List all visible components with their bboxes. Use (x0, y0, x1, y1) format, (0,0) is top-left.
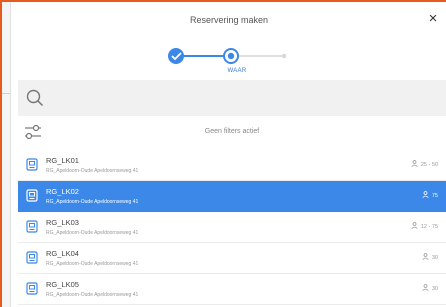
location-name: RG_LK03 (46, 218, 79, 227)
capacity-value: 12 - 75 (420, 224, 438, 230)
stepper-graphic (168, 48, 287, 64)
step-label-active: WAAR (227, 68, 247, 74)
capacity-badge: 75 (422, 191, 438, 199)
capacity-value: 25 - 50 (420, 162, 438, 168)
capacity-badge: 12 - 75 (411, 222, 438, 230)
location-row[interactable]: RG_LK04 RG_Apeldoorn-Oude Apeldoornseweg … (18, 243, 446, 274)
background-divider (2, 93, 10, 94)
background-page (2, 2, 11, 307)
room-badge-icon (26, 220, 38, 233)
room-badge-icon (26, 251, 38, 264)
room-badge-icon (26, 158, 38, 171)
location-row[interactable]: RG_LK01 RG_Apeldoorn-Oude Apeldoornseweg … (18, 150, 446, 181)
filter-bar: Geen filters actief (18, 116, 446, 148)
person-icon (422, 191, 429, 198)
dialog-header: Reservering maken × (12, 2, 446, 38)
close-icon: × (428, 10, 438, 27)
location-address: RG_Apeldoorn-Oude Apeldoornseweg 41 (46, 199, 139, 205)
step-upcoming (281, 53, 287, 59)
capacity-badge: 30 (422, 253, 438, 261)
capacity-value: 30 (431, 286, 438, 292)
person-icon (411, 160, 418, 167)
dialog-title: Reservering maken (189, 15, 269, 25)
capacity-value: 30 (431, 255, 438, 261)
location-name: RG_LK05 (46, 280, 79, 289)
step-indicator: WAAR (12, 40, 446, 76)
room-badge-icon (26, 282, 38, 295)
location-name: RG_LK02 (46, 187, 79, 196)
location-row[interactable]: RG_LK02 RG_Apeldoorn-Oude Apeldoornseweg … (18, 181, 446, 212)
step-done[interactable] (168, 48, 184, 64)
location-name: RG_LK04 (46, 249, 79, 258)
location-name: RG_LK01 (46, 156, 79, 165)
reservation-dialog: Reservering maken × WAAR Geen filters ac… (12, 2, 446, 307)
capacity-value: 75 (431, 193, 438, 199)
location-row[interactable]: RG_LK03 RG_Apeldoorn-Oude Apeldoornseweg … (18, 212, 446, 243)
location-address: RG_Apeldoorn-Oude Apeldoornseweg 41 (46, 168, 139, 174)
step-active[interactable] (223, 48, 239, 64)
location-row[interactable]: RG_LK05 RG_Apeldoorn-Oude Apeldoornseweg … (18, 274, 446, 305)
search-icon[interactable] (26, 89, 44, 107)
location-address: RG_Apeldoorn-Oude Apeldoornseweg 41 (46, 292, 139, 298)
location-address: RG_Apeldoorn-Oude Apeldoornseweg 41 (46, 261, 139, 267)
search-input[interactable] (18, 80, 446, 116)
room-badge-icon (26, 189, 38, 202)
filter-status-text: Geen filters actief (204, 128, 260, 135)
location-list: RG_LK01 RG_Apeldoorn-Oude Apeldoornseweg … (18, 150, 446, 305)
person-icon (422, 253, 429, 260)
capacity-badge: 25 - 50 (411, 160, 438, 168)
location-address: RG_Apeldoorn-Oude Apeldoornseweg 41 (46, 230, 139, 236)
person-icon (422, 284, 429, 291)
capacity-badge: 30 (422, 284, 438, 292)
person-icon (411, 222, 418, 229)
close-button[interactable]: × (426, 11, 440, 27)
